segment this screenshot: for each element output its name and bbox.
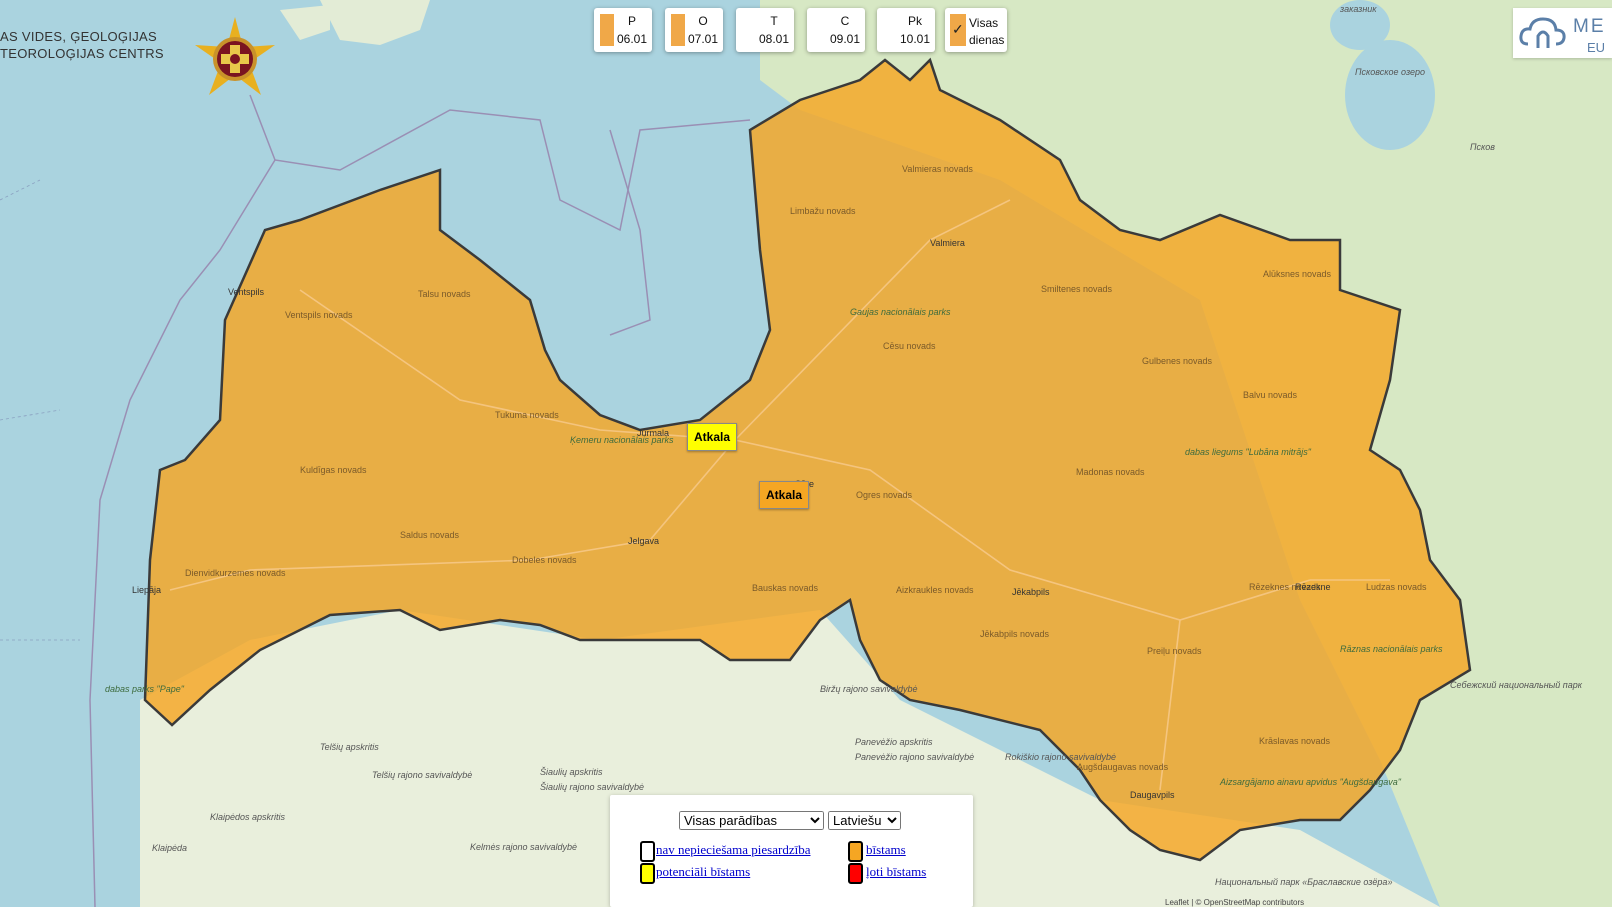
neighbor-label: Panevėžio rajono savivaldybė [855, 752, 974, 762]
novads-label: Valmieras novads [902, 164, 973, 174]
neighbor-label: Себежский национальный парк [1450, 680, 1583, 690]
warning-marker[interactable]: Atkala [687, 423, 738, 451]
legend-swatch-very-dangerous [848, 863, 863, 884]
park-label: Aizsargājamo ainavu apvidus "Augšdaugava… [1219, 777, 1402, 787]
legend-swatch-dangerous [848, 841, 863, 862]
novads-label: Kuldīgas novads [300, 465, 367, 475]
legend-swatch-none [640, 841, 655, 862]
novads-label: Augšdaugavas novads [1077, 762, 1169, 772]
legend-item-very-dangerous[interactable]: ļoti bīstams [866, 864, 926, 880]
novads-label: Krāslavas novads [1259, 736, 1331, 746]
emblem-icon [195, 17, 275, 95]
novads-label: Bauskas novads [752, 583, 819, 593]
novads-label: Preiļu novads [1147, 646, 1202, 656]
day-date: 10.01 [899, 32, 931, 46]
novads-label: Madonas novads [1076, 467, 1145, 477]
day-abbr: Pk [907, 14, 922, 28]
org-logo[interactable]: AS VIDES, ĢEOLOĢIJAS TEOROLOĢIJAS CENTRS [0, 0, 300, 110]
warning-label: Atkala [694, 430, 731, 444]
city-label: Jēkabpils [1012, 587, 1050, 597]
city-label: Valmiera [930, 238, 965, 248]
novads-label: Ogres novads [856, 490, 913, 500]
neighbor-label: Псков [1470, 142, 1495, 152]
novads-label: Talsu novads [418, 289, 471, 299]
neighbor-label: Biržų rajono savivaldybė [820, 684, 918, 694]
neighbor-label: Panevėžio apskritis [855, 737, 933, 747]
warning-marker[interactable]: Atkala [759, 481, 810, 509]
neighbor-label: Rokiškio rajono savivaldybė [1005, 752, 1116, 762]
city-label: Daugavpils [1130, 790, 1175, 800]
day-button-p[interactable]: P 06.01 [594, 8, 652, 52]
park-label: dabas parks "Pape" [105, 684, 185, 694]
novads-label: Jēkabpils novads [980, 629, 1050, 639]
neighbor-label: заказник [1339, 4, 1377, 14]
novads-label: Saldus novads [400, 530, 460, 540]
warning-label: Atkala [766, 488, 803, 502]
novads-label: Ventspils novads [285, 310, 353, 320]
day-date: 09.01 [829, 32, 861, 46]
legend-swatch-potential [640, 863, 655, 884]
novads-label: Ludzas novads [1366, 582, 1427, 592]
day-abbr: O [698, 14, 708, 28]
novads-label: Gulbenes novads [1142, 356, 1213, 366]
novads-label: Balvu novads [1243, 390, 1298, 400]
day-date: 07.01 [687, 32, 719, 46]
park-label: Gaujas nacionālais parks [850, 307, 951, 317]
neighbor-label: Klaipėda [152, 843, 187, 853]
day-abbr: C [840, 14, 850, 28]
meteo-subtext: EU [1587, 40, 1606, 55]
all-days-label-line1: Visas [969, 16, 999, 30]
legend-panel: Visas parādības Latviešu nav nepieciešam… [610, 795, 973, 907]
day-date: 08.01 [758, 32, 790, 46]
legend-item-dangerous[interactable]: bīstams [866, 842, 906, 858]
org-name: AS VIDES, ĢEOLOĢIJAS TEOROLOĢIJAS CENTRS [0, 29, 164, 61]
novads-label: Tukuma novads [495, 410, 559, 420]
language-select[interactable]: Latviešu [828, 811, 901, 830]
day-button-pk[interactable]: Pk 10.01 [877, 8, 935, 52]
checkmark-icon: ✓ [952, 21, 964, 37]
novads-label: Dienvidkurzemes novads [185, 568, 286, 578]
day-date: 06.01 [616, 32, 648, 46]
novads-label: Alūksnes novads [1263, 269, 1332, 279]
day-abbr: P [627, 14, 636, 28]
neighbor-label: Šiaulių rajono savivaldybė [540, 782, 644, 792]
neighbor-label: Псковское озеро [1355, 67, 1425, 77]
novads-label: Limbažu novads [790, 206, 856, 216]
day-button-c[interactable]: C 09.01 [807, 8, 865, 52]
neighbor-label: Klaipėdos apskritis [210, 812, 286, 822]
day-button-t[interactable]: T 08.01 [736, 8, 794, 52]
meteoalarm-badge[interactable]: ME EU [1513, 8, 1612, 58]
park-label: Ķemeru nacionālais parks [570, 435, 674, 445]
neighbor-label: Šiaulių apskritis [540, 767, 603, 777]
phenomena-select[interactable]: Visas parādības [679, 811, 824, 830]
city-label: Ventspils [228, 287, 265, 297]
map-attribution[interactable]: Leaflet | © OpenStreetMap contributors [1165, 898, 1304, 907]
novads-label: Smiltenes novads [1041, 284, 1113, 294]
novads-label: Aizkraukles novads [896, 585, 974, 595]
cloud-icon [1519, 17, 1566, 48]
meteo-text: ME [1573, 16, 1606, 37]
day-button-o[interactable]: O 07.01 [665, 8, 723, 52]
map-canvas[interactable]: Talsu novads Ventspils novads Tukuma nov… [0, 0, 1612, 907]
city-label: Jelgava [628, 536, 659, 546]
legend-item-no-caution[interactable]: nav nepieciešama piesardzība [656, 842, 810, 858]
city-label: Rēzekne [1295, 582, 1331, 592]
novads-label: Cēsu novads [883, 341, 936, 351]
legend-item-potentially-dangerous[interactable]: potenciāli bīstams [656, 864, 750, 880]
neighbor-label: Национальный парк «Браславские озёра» [1215, 877, 1392, 887]
novads-label: Dobeles novads [512, 555, 577, 565]
park-label: Rāznas nacionālais parks [1340, 644, 1443, 654]
city-label: Liepāja [132, 585, 161, 595]
all-days-toggle[interactable]: ✓ Visas dienas [945, 8, 1007, 52]
park-label: dabas liegums "Lubāna mitrājs" [1185, 447, 1312, 457]
neighbor-label: Telšių apskritis [320, 742, 379, 752]
all-days-label-line2: dienas [969, 33, 1005, 47]
neighbor-label: Telšių rajono savivaldybė [372, 770, 472, 780]
day-abbr: T [770, 14, 778, 28]
neighbor-label: Kelmės rajono savivaldybė [470, 842, 577, 852]
